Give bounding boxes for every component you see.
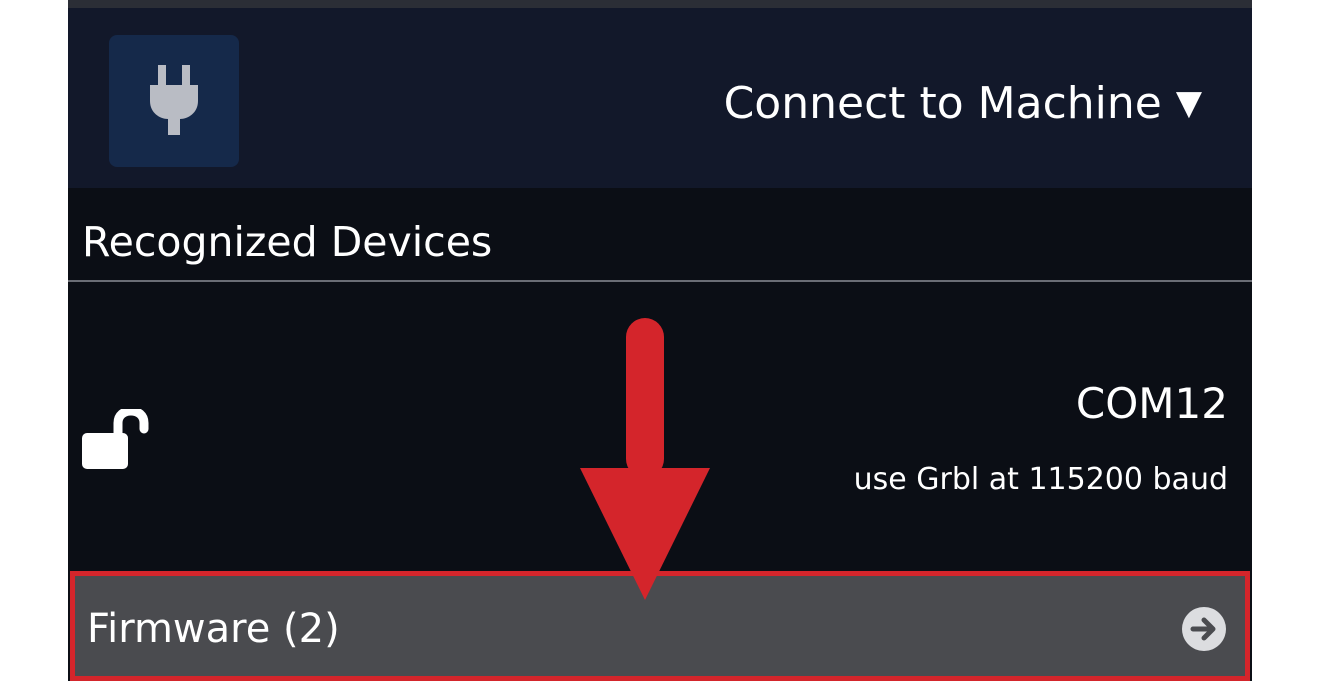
caret-down-icon: ▼ (1175, 83, 1202, 123)
plug-icon (150, 65, 198, 135)
device-description: use Grbl at 115200 baud (853, 462, 1228, 497)
plug-icon-button[interactable] (109, 35, 239, 167)
recognized-devices-heading: Recognized Devices (82, 218, 493, 266)
firmware-label: Firmware (2) (87, 606, 340, 652)
arrow-right-circle-icon (1182, 607, 1226, 651)
connect-to-machine-button[interactable]: Connect to Machine ▼ (724, 68, 1202, 138)
connect-panel: Connect to Machine ▼ Recognized Devices … (68, 0, 1252, 681)
device-port: COM12 (1075, 379, 1228, 428)
panel-header: Connect to Machine ▼ (68, 8, 1252, 188)
unlock-icon (82, 409, 149, 469)
connect-label: Connect to Machine (723, 77, 1162, 129)
red-down-arrow-icon (580, 318, 710, 600)
top-border (68, 0, 1252, 8)
